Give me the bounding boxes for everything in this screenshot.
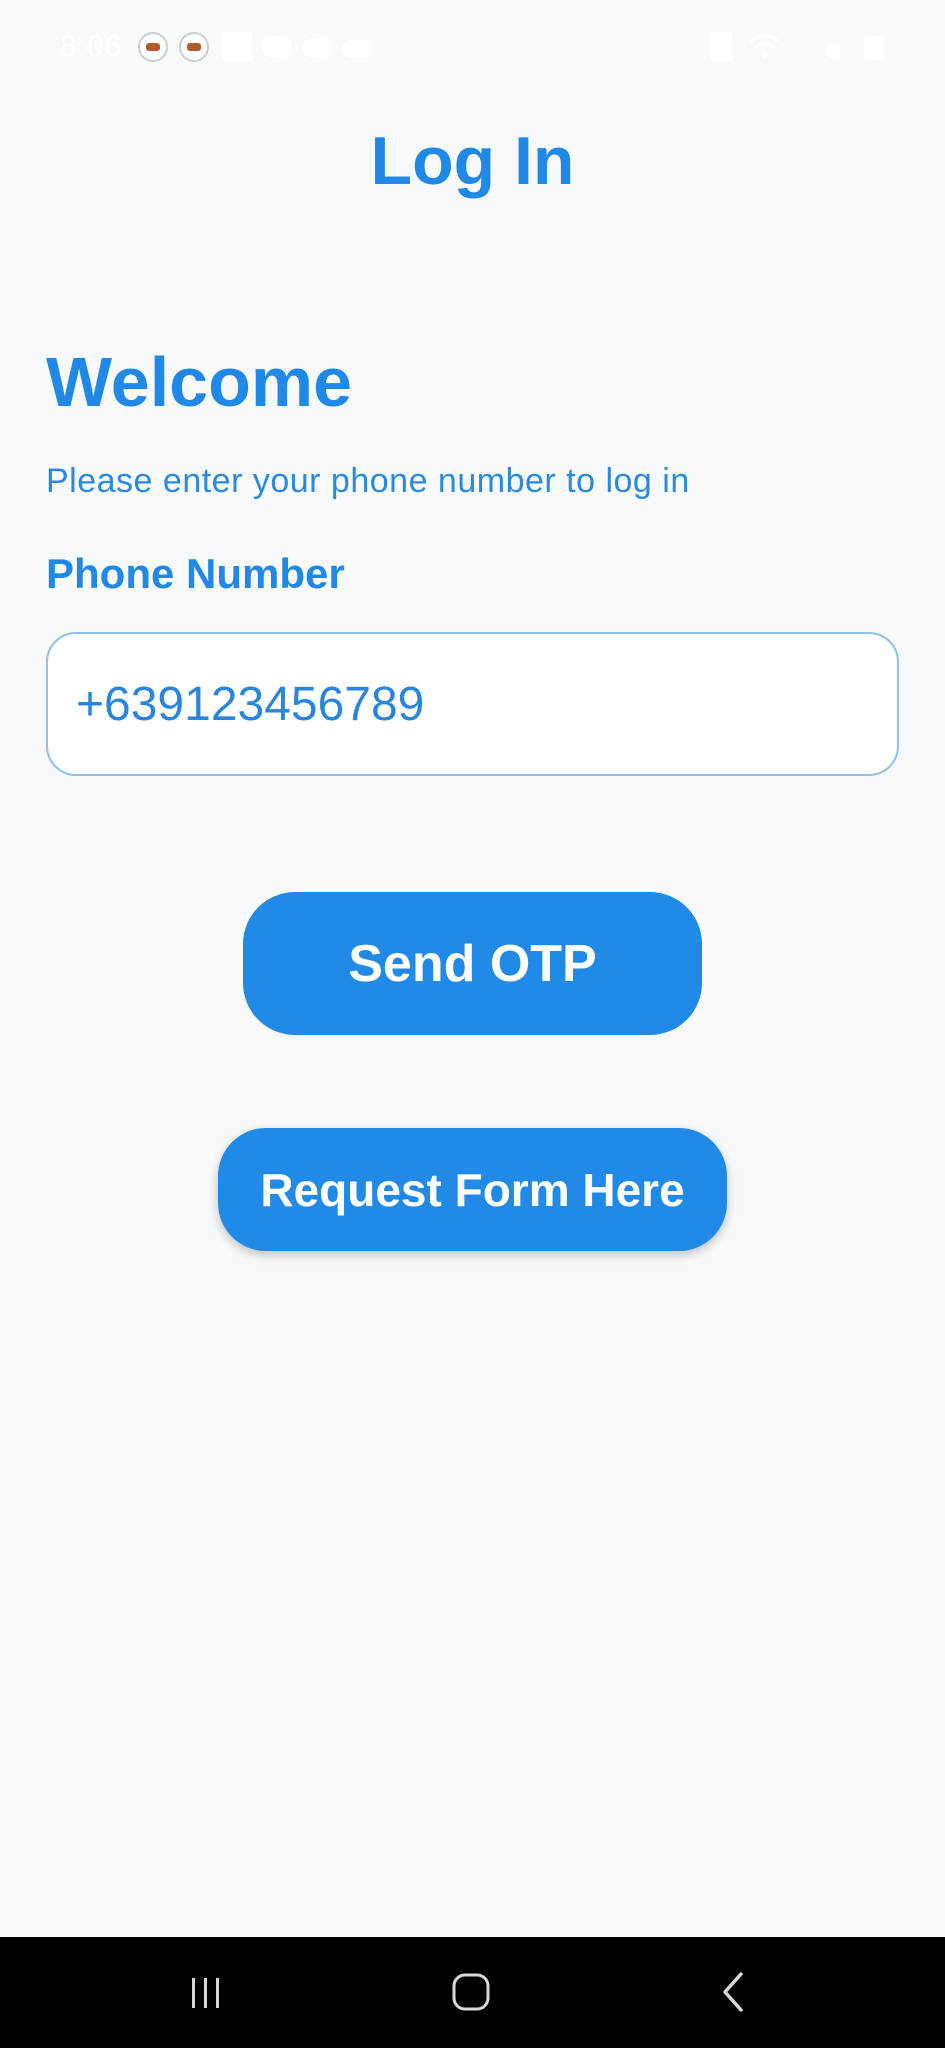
app-notification-icon — [138, 32, 168, 62]
cloud-icon — [342, 40, 372, 58]
cloud-icon — [302, 38, 332, 58]
back-icon[interactable] — [695, 1957, 775, 2027]
page-title: Log In — [370, 123, 575, 199]
recent-apps-icon[interactable] — [166, 1957, 246, 2027]
status-bar: 8:06 — [0, 0, 945, 96]
app-notification-icon — [179, 32, 209, 62]
discord-icon — [262, 36, 292, 58]
battery-icon — [864, 36, 884, 60]
phone-number-label: Phone Number — [46, 550, 345, 597]
login-instruction: Please enter your phone number to log in — [46, 462, 690, 500]
send-otp-button[interactable]: Send OTP — [243, 892, 702, 1035]
home-icon[interactable] — [431, 1957, 511, 2027]
signal-icon — [826, 44, 840, 58]
image-icon — [222, 32, 252, 62]
wifi-icon — [748, 32, 781, 62]
login-screen: 8:06 Log In Welcome Please enter your ph… — [0, 0, 945, 2048]
phone-number-input[interactable] — [46, 632, 899, 776]
navigation-bar — [0, 1937, 945, 2048]
battery-saver-icon — [710, 32, 732, 62]
status-time: 8:06 — [60, 30, 123, 63]
request-form-button[interactable]: Request Form Here — [218, 1128, 727, 1251]
welcome-heading: Welcome — [46, 343, 353, 421]
